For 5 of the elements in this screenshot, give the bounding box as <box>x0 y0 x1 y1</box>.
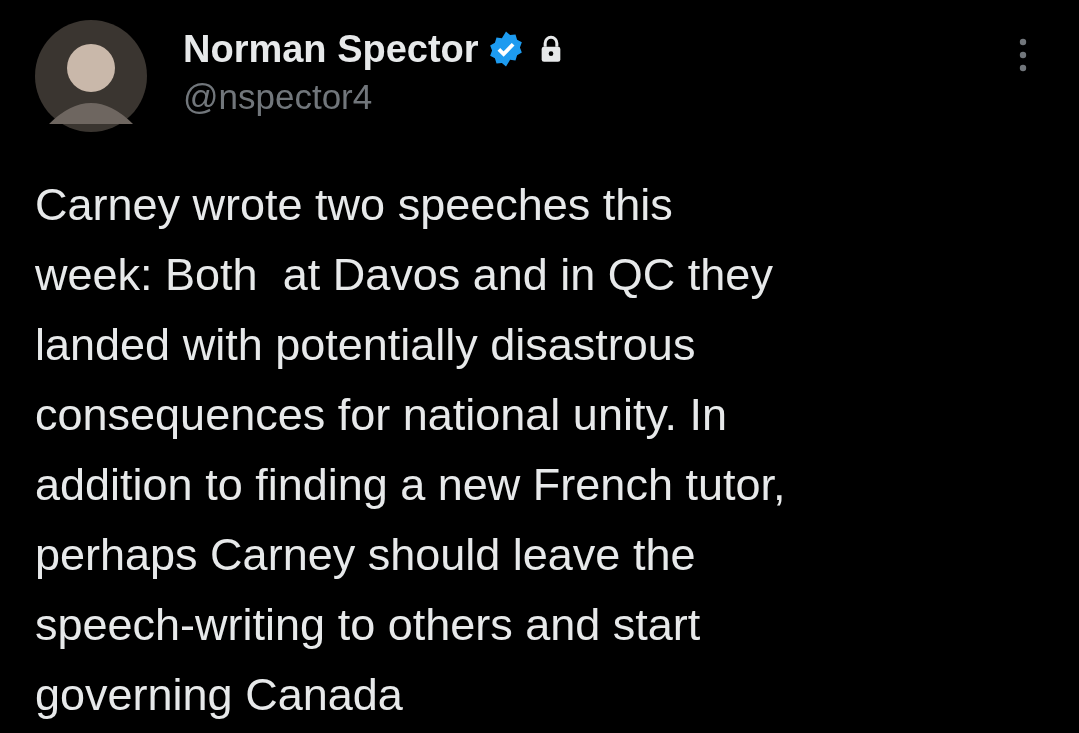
author-handle[interactable]: @nspector4 <box>183 74 563 120</box>
author-name[interactable]: Norman Spector <box>183 26 479 72</box>
post-text: Carney wrote two speeches this week: Both at Davos and in QC they landed with potentially disastrous consequences for national unity. In addition to finding a new French tutor, perhaps Carney should leave the speech-writing to others and start governing Canada <box>35 178 787 722</box>
more-options-icon[interactable] <box>1018 37 1028 73</box>
avatar[interactable] <box>35 20 147 132</box>
